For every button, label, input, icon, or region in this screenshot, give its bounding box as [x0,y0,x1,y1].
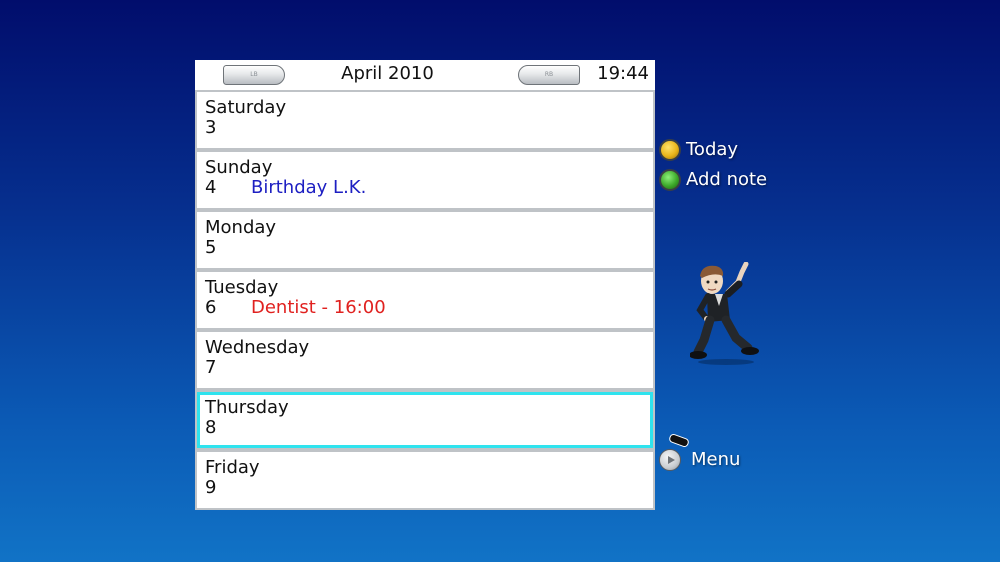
event-birthday: Birthday L.K. [251,177,367,198]
day-name: Friday [205,457,260,478]
today-label: Today [686,139,739,160]
month-title: April 2010 [341,63,434,84]
day-row-tuesday[interactable]: Tuesday 6 Dentist - 16:00 [197,272,653,328]
day-name: Thursday [205,397,289,418]
day-row-thursday-selected[interactable]: Thursday 8 [197,392,653,448]
day-row-sunday[interactable]: Sunday 4 Birthday L.K. [197,152,653,208]
day-name: Tuesday [205,277,279,298]
menu-label: Menu [691,449,741,470]
start-tag-icon [668,432,690,449]
day-name: Sunday [205,157,273,178]
day-row-monday[interactable]: Monday 5 [197,212,653,268]
a-button-icon [659,169,681,191]
day-number: 7 [205,357,217,378]
rb-bumper-button[interactable]: RB [518,65,580,85]
day-number: 3 [205,117,217,138]
day-name: Saturday [205,97,287,118]
day-number: 9 [205,477,217,498]
day-row-wednesday[interactable]: Wednesday 7 [197,332,653,388]
day-number: 6 [205,297,217,318]
y-button-icon [659,139,681,161]
event-dentist: Dentist - 16:00 [251,297,386,318]
day-row-saturday[interactable]: Saturday 3 [197,92,653,148]
start-button-icon [659,432,690,471]
add-note-label: Add note [686,169,768,190]
lb-bumper-button[interactable]: LB [223,65,285,85]
day-name: Wednesday [205,337,310,358]
calendar-panel: LB April 2010 RB 19:44 Saturday 3 Sunday… [195,60,655,510]
calendar-header: LB April 2010 RB 19:44 [195,60,655,90]
avatar-image [690,262,759,365]
clock: 19:44 [597,63,649,84]
day-row-friday[interactable]: Friday 9 [197,452,653,508]
day-number: 4 [205,177,217,198]
day-name: Monday [205,217,277,238]
day-number: 8 [205,417,217,438]
day-number: 5 [205,237,217,258]
